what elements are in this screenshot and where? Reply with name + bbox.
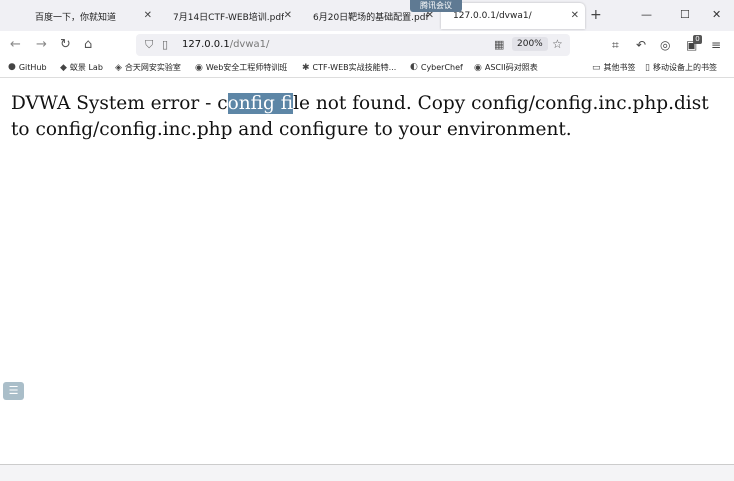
tab-baidu[interactable]: 百度一下，你就知道 ✕ — [0, 3, 158, 29]
bookmark-ascii-table[interactable]: ◉ ASCII码对照表 — [474, 62, 538, 73]
bookmark-cyberchef[interactable]: ◐ CyberChef — [410, 62, 463, 72]
zoom-level-button[interactable]: 200% — [512, 37, 548, 51]
chef-icon: ◐ — [410, 62, 418, 72]
bookmark-label: ASCII码对照表 — [484, 63, 538, 72]
bookmark-github[interactable]: ● GitHub — [8, 62, 47, 72]
minimize-button[interactable]: — — [641, 8, 652, 22]
bookmark-star-icon[interactable]: ☆ — [552, 37, 563, 51]
close-window-button[interactable]: ✕ — [712, 8, 721, 22]
navigation-bar: ← → ↻ ⌂ ⛉ ▯ 127.0.0.1/dvwa1/ ▦ 200% ☆ ⌗ … — [0, 31, 734, 59]
crop-icon[interactable]: ⌗ — [612, 38, 619, 52]
tab-dvwa[interactable]: 127.0.0.1/dvwa1/ ✕ — [441, 3, 585, 29]
undo-icon[interactable]: ↶ — [636, 38, 646, 52]
reload-button[interactable]: ↻ — [60, 38, 71, 52]
bookmark-label: GitHub — [18, 62, 47, 72]
home-button[interactable]: ⌂ — [84, 38, 92, 52]
url-bar[interactable]: ⛉ ▯ 127.0.0.1/dvwa1/ ▦ 200% ☆ — [136, 34, 570, 56]
tab-ctf-web-pdf[interactable]: 7月14日CTF-WEB培训.pdf ✕ — [160, 3, 298, 29]
bookmark-other-folder[interactable]: ▭ 其他书签 — [592, 62, 636, 73]
bookmark-label: CTF-WEB实战技能特... — [312, 63, 397, 72]
shield-icon: ◆ — [60, 62, 67, 73]
bookmark-ctf-web[interactable]: ✱ CTF-WEB实战技能特... — [302, 62, 396, 73]
mobile-icon: ▯ — [645, 62, 650, 73]
bookmark-hetian-lab[interactable]: ◈ 合天网安实验室 — [115, 62, 181, 73]
flag-icon: ✱ — [302, 62, 310, 73]
close-icon[interactable]: ✕ — [144, 10, 152, 21]
maximize-button[interactable]: ☐ — [680, 8, 690, 22]
selected-text: onfig f — [227, 93, 294, 114]
new-tab-button[interactable]: + — [590, 8, 602, 22]
notification-badge: 0 — [693, 35, 702, 44]
globe-icon: ◉ — [474, 62, 482, 73]
error-message: DVWA System error - config file not foun… — [11, 91, 726, 143]
forward-button[interactable]: → — [36, 38, 47, 52]
close-icon[interactable]: ✕ — [284, 10, 292, 21]
meeting-badge[interactable]: 腾讯会议 — [410, 0, 462, 12]
bookmarks-bar: ● GitHub ◆ 蚁景 Lab ◈ 合天网安实验室 ◉ Web安全工程师特训班 ✱ C… — [0, 59, 734, 78]
tab-label: 7月14日CTF-WEB培训.pdf — [173, 12, 285, 23]
status-bar — [0, 464, 734, 481]
page-content: DVWA System error - config file not foun… — [0, 78, 734, 464]
bookmark-label: 合天网安实验室 — [124, 63, 181, 72]
tab-strip: 百度一下，你就知道 ✕ 7月14日CTF-WEB培训.pdf ✕ 6月20日靶场… — [0, 0, 734, 31]
bookmark-mobile-folder[interactable]: ▯ 移动设备上的书签 — [645, 62, 717, 73]
url-path: /dvwa1/ — [229, 39, 270, 50]
lock-icon: ◈ — [115, 62, 122, 73]
close-icon[interactable]: ✕ — [571, 10, 579, 21]
bookmark-label: Web安全工程师特训班 — [205, 63, 288, 72]
page-info-icon[interactable]: ▯ — [162, 38, 168, 51]
url-host: 127.0.0.1 — [182, 39, 230, 50]
shield-icon[interactable]: ⛉ — [145, 38, 153, 52]
menu-icon[interactable]: ≡ — [711, 38, 721, 52]
bookmark-label: 其他书签 — [603, 63, 636, 72]
globe-icon: ◉ — [195, 62, 203, 73]
qr-code-icon[interactable]: ▦ — [494, 38, 504, 51]
floating-menu-button[interactable]: ☰ — [3, 382, 24, 400]
tab-label: 百度一下，你就知道 — [35, 12, 117, 23]
bookmark-yijing-lab[interactable]: ◆ 蚁景 Lab — [60, 62, 103, 73]
extension-icon[interactable]: ◎ — [660, 38, 670, 52]
error-text-start: DVWA System error - c — [11, 93, 228, 114]
bookmark-web-security[interactable]: ◉ Web安全工程师特训班 — [195, 62, 287, 73]
back-button[interactable]: ← — [10, 38, 21, 52]
bookmark-label: 蚁景 Lab — [69, 63, 103, 72]
url-text[interactable]: 127.0.0.1/dvwa1/ — [182, 39, 269, 50]
tab-label: 127.0.0.1/dvwa1/ — [453, 11, 532, 21]
bookmark-label: CyberChef — [420, 62, 463, 72]
folder-icon: ▭ — [592, 62, 601, 73]
github-icon: ● — [8, 62, 16, 72]
bookmark-label: 移动设备上的书签 — [652, 63, 717, 72]
